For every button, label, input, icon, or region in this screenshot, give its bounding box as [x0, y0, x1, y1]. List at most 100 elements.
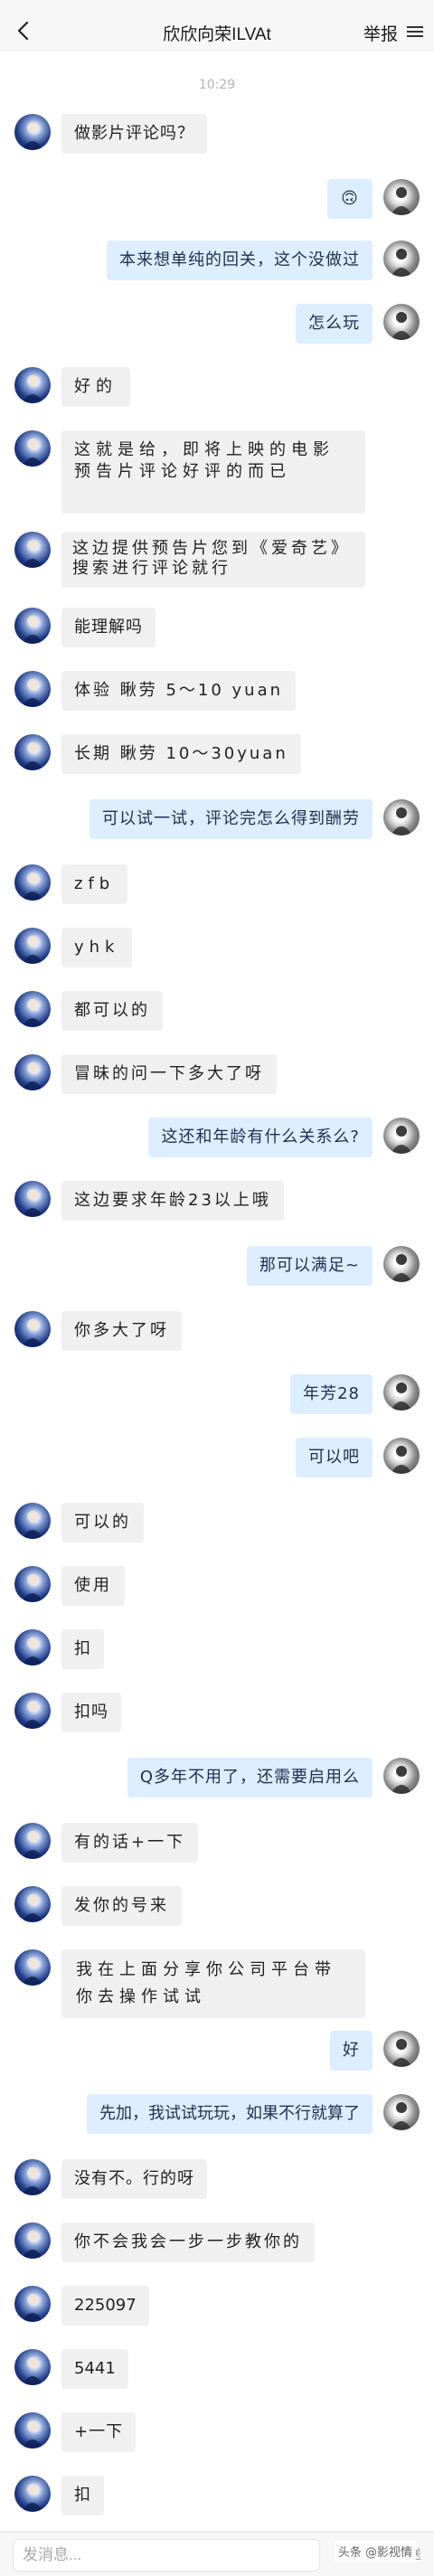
contact-avatar[interactable] — [14, 2159, 51, 2195]
contact-avatar[interactable] — [14, 864, 51, 901]
message-bubble[interactable]: 我在上面分享你公司平台带你去操作试试 — [61, 1949, 365, 2018]
message-bubble[interactable]: 好 — [330, 2031, 373, 2071]
message-bubble[interactable]: 这边提供预告片您到《爱奇艺》搜索进行评论就行 — [61, 532, 365, 588]
message-bubble[interactable]: 做影片评论吗？ — [61, 114, 207, 154]
message-bubble[interactable]: 长期 瞅劳 10～30yuan — [61, 734, 301, 774]
message-input[interactable] — [13, 2539, 320, 2571]
contact-avatar[interactable] — [14, 991, 51, 1027]
message-bubble[interactable]: 那可以满足~ — [246, 1246, 373, 1286]
contact-avatar[interactable] — [14, 928, 51, 964]
avatar-head — [27, 2167, 38, 2178]
contact-avatar[interactable] — [14, 1693, 51, 1729]
message-bubble[interactable]: 扣 — [61, 1629, 104, 1669]
contact-avatar[interactable] — [14, 734, 51, 770]
my-avatar[interactable] — [383, 1758, 420, 1794]
my-avatar[interactable] — [383, 1438, 420, 1474]
message-bubble[interactable]: 年芳28 — [290, 1374, 373, 1414]
message-bubble[interactable]: 先加，我试试玩玩，如果不行就算了 — [87, 2094, 373, 2134]
avatar-body — [22, 2439, 43, 2449]
avatar-body — [22, 1081, 43, 1090]
avatar-body — [22, 955, 43, 964]
message-list: 做影片评论吗？ 🙃 本来想单纯的回关，这个没做过 怎么玩 好的 这就是给，即将上… — [0, 0, 434, 2532]
avatar-head — [27, 2357, 38, 2368]
message-bubble[interactable]: 能理解吗 — [61, 608, 156, 647]
my-avatar[interactable] — [383, 2094, 420, 2130]
contact-avatar[interactable] — [14, 1311, 51, 1347]
message-bubble[interactable]: 使用 — [61, 1566, 125, 1606]
contact-avatar[interactable] — [14, 1886, 51, 1922]
contact-avatar[interactable] — [14, 1823, 51, 1859]
contact-avatar[interactable] — [14, 114, 51, 150]
avatar-head — [27, 540, 38, 551]
avatar-body — [391, 1465, 412, 1474]
avatar-head — [27, 439, 38, 449]
contact-avatar[interactable] — [14, 1566, 51, 1602]
avatar-head — [27, 1511, 38, 1522]
avatar-body — [391, 1145, 412, 1154]
avatar-head — [27, 1831, 38, 1842]
message-bubble[interactable]: 本来想单纯的回关，这个没做过 — [107, 241, 373, 280]
contact-avatar[interactable] — [14, 532, 51, 568]
watermark: 头条 @影视情 — [334, 2541, 416, 2562]
contact-avatar[interactable] — [14, 1503, 51, 1539]
my-avatar[interactable] — [383, 1246, 420, 1282]
avatar-body — [391, 1785, 412, 1794]
message-bubble[interactable]: Q多年不用了，还需要启用么 — [127, 1758, 373, 1798]
message-bubble[interactable]: 🙃 — [327, 179, 373, 219]
my-avatar[interactable] — [383, 799, 420, 835]
message-bubble[interactable]: 这边要求年龄23以上哦 — [61, 1181, 284, 1221]
message-bubble[interactable]: yhk — [61, 928, 133, 967]
my-avatar[interactable] — [383, 179, 420, 215]
message-bubble[interactable]: 可以试一试，评论完怎么得到酬劳 — [90, 799, 373, 839]
message-bubble[interactable]: 扣吗 — [61, 1693, 121, 1732]
avatar-head — [396, 2102, 407, 2113]
contact-avatar[interactable] — [14, 608, 51, 644]
message-bubble[interactable]: 可以吧 — [296, 1438, 373, 1477]
avatar-body — [22, 1656, 43, 1665]
contact-avatar[interactable] — [14, 2222, 51, 2259]
my-avatar[interactable] — [383, 1118, 420, 1154]
my-avatar[interactable] — [383, 304, 420, 340]
contact-avatar[interactable] — [14, 1629, 51, 1665]
message-bubble[interactable]: 可以的 — [61, 1503, 144, 1543]
message-bubble[interactable]: 有的话+一下 — [61, 1823, 199, 1863]
message-bubble[interactable]: 体验 瞅劳 5～10 yuan — [61, 671, 297, 711]
message-bubble[interactable]: +一下 — [61, 2412, 137, 2452]
contact-avatar[interactable] — [14, 1054, 51, 1090]
message-bubble[interactable]: 都可以的 — [61, 991, 163, 1031]
message-bubble[interactable]: 你不会我会一步一步教你的 — [61, 2222, 315, 2262]
message-bubble[interactable]: 冒昧的问一下多大了呀 — [61, 1054, 277, 1094]
contact-avatar[interactable] — [14, 671, 51, 707]
avatar-head — [396, 312, 407, 323]
contact-avatar[interactable] — [14, 367, 51, 403]
message-bubble[interactable]: 好的 — [61, 367, 130, 407]
avatar-body — [22, 1720, 43, 1729]
message-bubble[interactable]: 怎么玩 — [296, 304, 373, 344]
message-bubble[interactable]: 发你的号来 — [61, 1886, 182, 1926]
contact-avatar[interactable] — [14, 2412, 51, 2449]
contact-avatar[interactable] — [14, 430, 51, 467]
my-avatar[interactable] — [383, 1374, 420, 1411]
message-bubble[interactable]: 这还和年龄有什么关系么? — [148, 1118, 373, 1157]
avatar-body — [391, 268, 412, 277]
contact-avatar[interactable] — [14, 2286, 51, 2322]
contact-avatar[interactable] — [14, 1949, 51, 1986]
avatar-body — [22, 761, 43, 770]
message-bubble[interactable]: 5441 — [61, 2349, 128, 2389]
message-bubble[interactable]: 这就是给，即将上映的电影 预告片评论好评的而已 — [61, 430, 365, 514]
avatar-head — [27, 122, 38, 133]
message-bubble[interactable]: 扣 — [61, 2476, 104, 2515]
message-bubble[interactable]: zfb — [61, 864, 128, 904]
message-bubble[interactable]: 你多大了呀 — [61, 1311, 182, 1351]
message-bubble[interactable]: 没有不。行的呀 — [61, 2159, 207, 2199]
contact-avatar[interactable] — [14, 1181, 51, 1217]
message-bubble[interactable]: 225097 — [61, 2286, 149, 2326]
contact-avatar[interactable] — [14, 2349, 51, 2385]
avatar-head — [27, 1574, 38, 1585]
my-avatar[interactable] — [383, 2031, 420, 2067]
avatar-body — [391, 2058, 412, 2067]
contact-avatar[interactable] — [14, 2476, 51, 2512]
avatar-body — [22, 1338, 43, 1347]
avatar-head — [396, 249, 407, 259]
my-avatar[interactable] — [383, 241, 420, 277]
